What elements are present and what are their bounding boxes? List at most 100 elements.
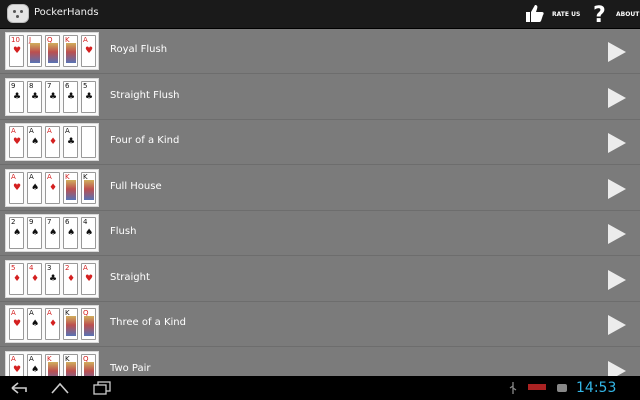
rate-us-label: RATE US bbox=[552, 11, 581, 18]
play-arrow-icon[interactable] bbox=[606, 223, 628, 245]
playing-card: K bbox=[45, 353, 60, 376]
card-suit: ♠ bbox=[31, 137, 40, 147]
play-arrow-icon[interactable] bbox=[606, 269, 628, 291]
card-suit: ♣ bbox=[31, 91, 40, 102]
play-arrow-icon[interactable] bbox=[606, 360, 628, 377]
playing-card: 4 ♦ bbox=[27, 262, 42, 295]
hand-name: Full House bbox=[110, 180, 162, 192]
usb-icon bbox=[509, 382, 517, 394]
card-suit: ♠ bbox=[31, 182, 40, 193]
card-suit: ♦ bbox=[49, 137, 58, 147]
card-rank: 4 bbox=[29, 263, 34, 272]
face-card-art bbox=[66, 179, 76, 200]
hands-list: 10 ♥ J Q K A ♥ Royal Flush 9 ♣ 8 ♣ 7 ♣ 6 ♣ 5 ♣ Straight Fl… bbox=[0, 28, 640, 376]
card-suit: ♥ bbox=[13, 319, 22, 329]
face-card-art bbox=[30, 43, 40, 63]
card-rank: 2 bbox=[65, 263, 70, 272]
thumbs-up-icon bbox=[526, 5, 544, 22]
card-rank: 10 bbox=[11, 36, 20, 44]
hand-row[interactable]: A ♥ A ♠ A ♦ K Q Three of a Kind bbox=[0, 302, 640, 347]
playing-card: Q bbox=[45, 35, 60, 67]
playing-card: 3 ♣ bbox=[45, 262, 60, 295]
action-bar: PockerHands RATE US ? ABOUT bbox=[0, 0, 640, 29]
playing-card: A ♥ bbox=[81, 35, 96, 67]
recent-apps-icon[interactable] bbox=[92, 381, 112, 395]
card-rank: A bbox=[11, 309, 16, 317]
hand-name: Two Pair bbox=[110, 362, 151, 374]
card-rank: A bbox=[83, 263, 88, 272]
hand-row[interactable]: A ♥ A ♠ A ♦ A ♣ Four of a Kind bbox=[0, 120, 640, 165]
playing-card: A ♦ bbox=[45, 126, 60, 158]
hand-name: Straight bbox=[110, 271, 150, 283]
playing-card: A ♥ bbox=[81, 262, 96, 295]
card-suit: ♦ bbox=[49, 182, 58, 193]
hand-name: Royal Flush bbox=[110, 44, 168, 55]
hand-row[interactable]: 9 ♣ 8 ♣ 7 ♣ 6 ♣ 5 ♣ Straight Flush bbox=[0, 75, 640, 120]
hand-row[interactable]: 10 ♥ J Q K A ♥ Royal Flush bbox=[0, 29, 640, 74]
play-arrow-icon[interactable] bbox=[606, 41, 628, 63]
playing-card: 8 ♣ bbox=[27, 80, 42, 113]
card-suit: ♥ bbox=[13, 182, 22, 193]
card-rank: 9 bbox=[11, 81, 16, 90]
card-suit: ♥ bbox=[85, 273, 94, 284]
card-suit: ♠ bbox=[67, 228, 76, 238]
card-suit: ♠ bbox=[13, 228, 22, 238]
back-icon[interactable] bbox=[10, 381, 30, 395]
playing-card: K bbox=[81, 171, 96, 204]
card-suit: ♠ bbox=[85, 228, 94, 238]
playing-card: A ♠ bbox=[27, 353, 42, 376]
hand-row[interactable]: A ♥ A ♠ K K Q Two Pair bbox=[0, 348, 640, 377]
rate-us-button[interactable]: RATE US bbox=[524, 0, 580, 28]
card-suit: ♣ bbox=[67, 91, 76, 102]
hand-row[interactable]: A ♥ A ♠ A ♦ K K Full House bbox=[0, 166, 640, 211]
card-rank: A bbox=[47, 309, 52, 317]
playing-card: A ♦ bbox=[45, 308, 60, 340]
card-suit: ♣ bbox=[49, 273, 58, 284]
app-title: PockerHands bbox=[34, 7, 99, 18]
face-card-art bbox=[84, 179, 94, 200]
hand-row[interactable]: 2 ♠ 9 ♠ 7 ♠ 6 ♠ 4 ♠ Flush bbox=[0, 211, 640, 256]
clock: 14:53 bbox=[576, 380, 617, 396]
play-arrow-icon[interactable] bbox=[606, 314, 628, 336]
face-card-art bbox=[48, 361, 58, 376]
card-suit: ♥ bbox=[13, 364, 22, 375]
hand-name: Flush bbox=[110, 226, 137, 237]
playing-card: J bbox=[27, 35, 42, 67]
card-suit: ♦ bbox=[31, 273, 40, 284]
svg-text:?: ? bbox=[593, 3, 606, 25]
home-icon[interactable] bbox=[50, 381, 70, 395]
card-rank: 7 bbox=[47, 218, 52, 226]
card-rank: A bbox=[11, 354, 16, 363]
playing-card: 10 ♥ bbox=[9, 35, 24, 67]
hand-cards-image: A ♥ A ♠ A ♦ K Q bbox=[5, 305, 99, 343]
playing-card: 2 ♠ bbox=[9, 217, 24, 249]
hand-cards-image: A ♥ A ♠ A ♦ K K bbox=[5, 168, 99, 207]
card-rank: 9 bbox=[29, 218, 34, 226]
playing-card: A ♣ bbox=[63, 126, 78, 158]
card-rank: A bbox=[83, 36, 88, 44]
play-arrow-icon[interactable] bbox=[606, 87, 628, 109]
face-card-art bbox=[66, 316, 76, 336]
notification-icon bbox=[528, 384, 546, 390]
card-suit: ♣ bbox=[67, 137, 76, 147]
poker-cards-icon[interactable] bbox=[7, 4, 29, 23]
playing-card: Q bbox=[81, 308, 96, 340]
playing-card: 9 ♠ bbox=[27, 217, 42, 249]
about-button[interactable]: ? ABOUT bbox=[588, 0, 640, 28]
battery-icon bbox=[557, 384, 567, 392]
play-arrow-icon[interactable] bbox=[606, 178, 628, 200]
system-navigation-bar: 14:53 bbox=[0, 376, 640, 400]
hand-row[interactable]: 5 ♦ 4 ♦ 3 ♣ 2 ♦ A ♥ Straight bbox=[0, 257, 640, 302]
card-rank: 8 bbox=[29, 81, 34, 90]
play-arrow-icon[interactable] bbox=[606, 132, 628, 154]
hand-cards-image: 10 ♥ J Q K A ♥ bbox=[5, 32, 99, 70]
card-suit: ♣ bbox=[49, 91, 58, 102]
card-rank: A bbox=[47, 127, 52, 135]
card-suit: ♦ bbox=[49, 319, 58, 329]
card-rank: 2 bbox=[11, 218, 16, 226]
playing-card: 9 ♣ bbox=[9, 80, 24, 113]
playing-card: 7 ♣ bbox=[45, 80, 60, 113]
face-card-art bbox=[66, 361, 76, 376]
about-label: ABOUT bbox=[616, 11, 640, 18]
playing-card: K bbox=[63, 35, 78, 67]
